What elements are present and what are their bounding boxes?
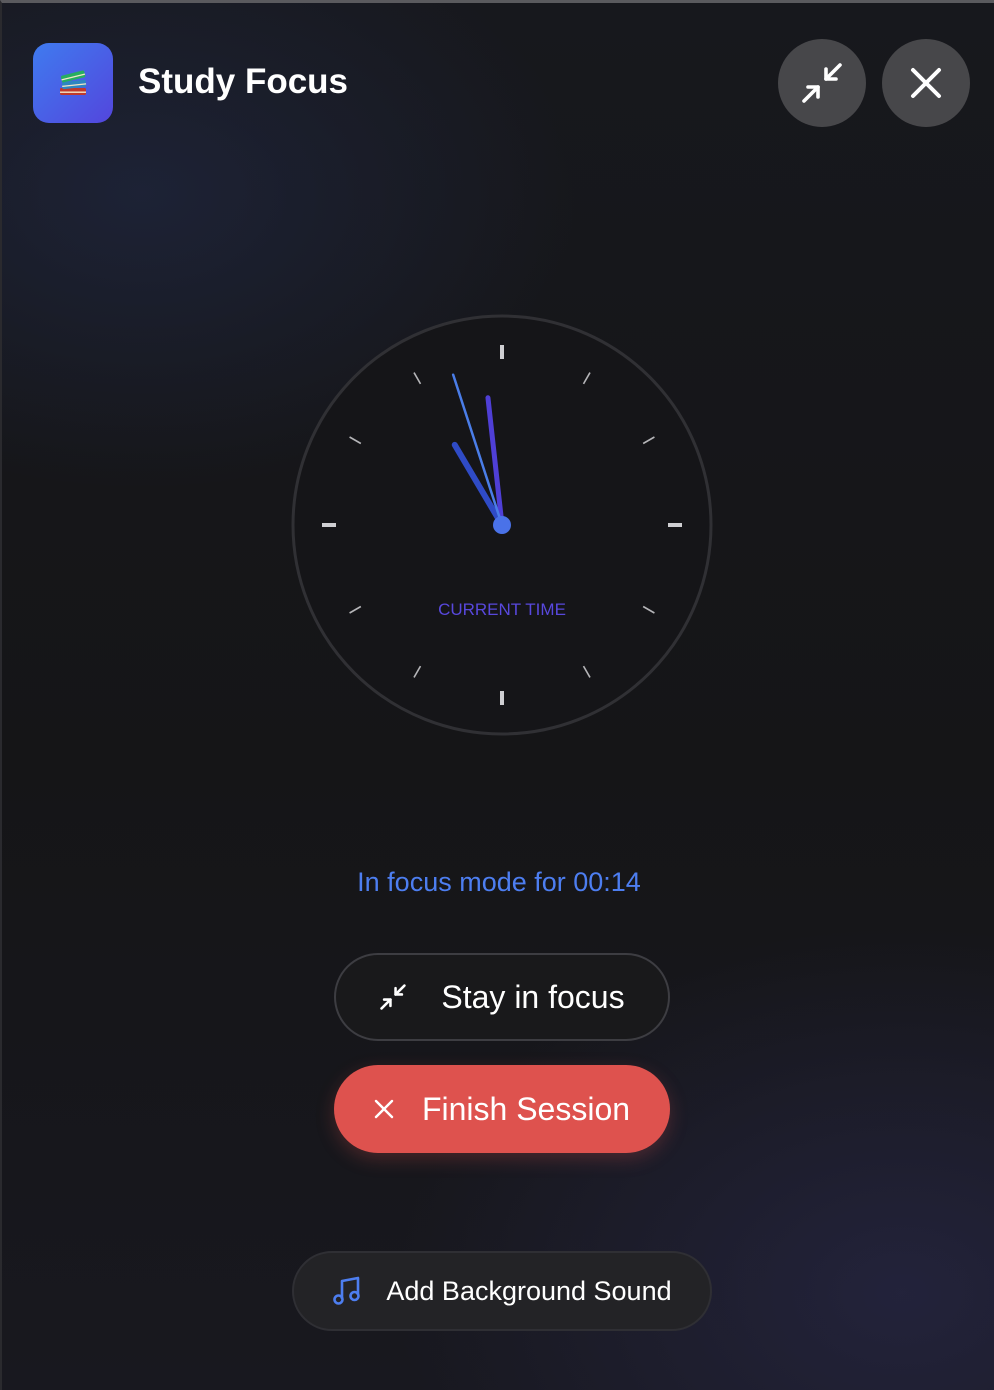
- stay-in-focus-button[interactable]: Stay in focus: [334, 953, 670, 1041]
- books-icon: [60, 70, 87, 95]
- analog-clock: CURRENT TIME: [289, 312, 715, 738]
- stay-in-focus-label: Stay in focus: [441, 979, 625, 1015]
- close-icon: [374, 1099, 394, 1119]
- app-icon: [33, 43, 113, 123]
- add-background-sound-button[interactable]: Add Background Sound: [292, 1251, 712, 1331]
- finish-session-button[interactable]: Finish Session: [334, 1065, 670, 1153]
- minimize-button[interactable]: [778, 39, 866, 127]
- music-note-icon: [332, 1276, 362, 1306]
- close-icon: [911, 68, 941, 98]
- add-background-sound-label: Add Background Sound: [386, 1276, 672, 1306]
- focus-window: Study Focus CURRENT TIME In focus mode f…: [0, 0, 994, 1390]
- minimize-arrows-icon: [802, 63, 842, 103]
- minimize-arrows-icon: [379, 983, 407, 1011]
- focus-duration-text: In focus mode for 00:14: [357, 867, 641, 897]
- app-title: Study Focus: [138, 62, 349, 101]
- clock-label: CURRENT TIME: [438, 600, 566, 619]
- finish-session-label: Finish Session: [421, 1091, 631, 1127]
- clock-center: [493, 516, 511, 534]
- close-button[interactable]: [882, 39, 970, 127]
